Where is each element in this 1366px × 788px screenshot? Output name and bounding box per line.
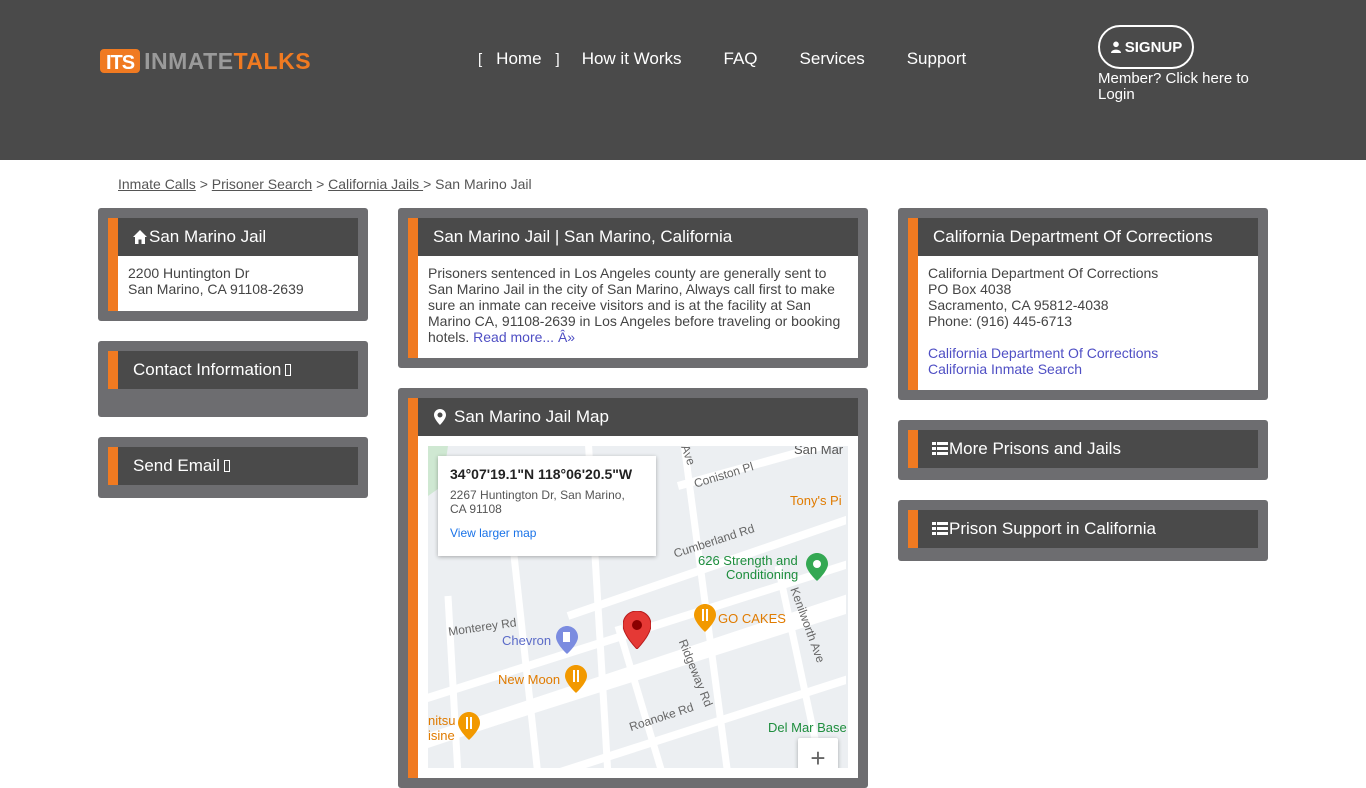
site-logo[interactable]: ITS INMATE TALKS (100, 48, 311, 74)
user-icon (1110, 41, 1121, 53)
map-label-san-mar: San Mar (794, 446, 844, 457)
read-more-link[interactable]: Read more... Â» (473, 329, 575, 345)
cdc-city: Sacramento, CA 95812-4038 (928, 297, 1109, 313)
map-label-nitsu-cuisine: isine (428, 728, 455, 743)
nav-bracket-close: ] (555, 50, 560, 68)
breadcrumb-inmate-calls[interactable]: Inmate Calls (118, 176, 196, 192)
gym-icon (806, 553, 828, 581)
more-prisons-title: More Prisons and Jails (949, 439, 1121, 458)
map-pin-icon (434, 409, 446, 425)
map-label-tonys: Tony's Pi (790, 493, 842, 508)
nav-services[interactable]: Services (800, 49, 865, 69)
map-address: 2267 Huntington Dr, San Marino, CA 91108 (450, 488, 625, 516)
gas-station-icon (556, 626, 578, 654)
map-title: San Marino Jail Map (454, 407, 609, 426)
restaurant-icon (458, 712, 480, 740)
map-label-conditioning: Conditioning (726, 567, 799, 582)
cdc-widget: California Department Of Corrections Cal… (898, 208, 1268, 400)
home-icon (133, 230, 147, 244)
jail-address-header: San Marino Jail (118, 218, 358, 256)
breadcrumb-separator: > (423, 176, 432, 192)
more-prisons-header[interactable]: More Prisons and Jails (918, 430, 1258, 468)
breadcrumb-prisoner-search[interactable]: Prisoner Search (212, 176, 312, 192)
email-title: Send Email (133, 456, 220, 475)
nav-bracket-open: [ (478, 50, 483, 68)
cdc-header: California Department Of Corrections (918, 218, 1258, 256)
map-header: San Marino Jail Map (418, 398, 858, 436)
map-label-newmoon: New Moon (498, 672, 561, 687)
restaurant-icon (565, 665, 587, 693)
restaurant-icon (694, 604, 716, 632)
nav-how-it-works[interactable]: How it Works (582, 49, 682, 69)
breadcrumb-current: San Marino Jail (435, 176, 532, 192)
embedded-map[interactable]: 34°07'19.1"N 118°06'20.5"W 2267 Huntingt… (428, 446, 848, 768)
map-zoom-in-button[interactable]: + (798, 738, 838, 768)
prison-support-widget: Prison Support in California (898, 500, 1268, 561)
jail-name: San Marino Jail (149, 227, 267, 246)
nav-faq[interactable]: FAQ (724, 49, 758, 69)
list-icon (932, 442, 948, 455)
contact-title: Contact Information (133, 360, 282, 379)
jail-address-widget: San Marino Jail 2200 Huntington Dr San M… (98, 208, 368, 321)
list-icon (932, 522, 948, 535)
map-label-delmar: Del Mar Base (768, 720, 847, 735)
map-label-nitsu: nitsu (428, 713, 456, 728)
logo-mark: ITS (100, 49, 141, 74)
view-larger-map-link[interactable]: View larger map (450, 526, 644, 540)
cdc-po-box: PO Box 4038 (928, 281, 1012, 297)
contact-header[interactable]: Contact Information (118, 351, 358, 389)
map-label-strength: 626 Strength and (698, 553, 798, 568)
map-label-chevron: Chevron (502, 633, 552, 648)
site-header: ITS INMATE TALKS [ Home ] How it Works F… (0, 0, 1366, 160)
location-marker-icon[interactable] (623, 611, 651, 649)
prison-support-title: Prison Support in California (949, 519, 1156, 538)
login-link[interactable]: Member? Click here to Login (1098, 71, 1268, 103)
breadcrumb-separator: > (199, 176, 208, 192)
cdc-phone: Phone: (916) 445-6713 (928, 313, 1072, 329)
logo-word-talks: TALKS (233, 47, 312, 74)
main-nav: [ Home ] How it Works FAQ Services Suppo… (478, 48, 966, 70)
logo-word-inmate: INMATE (144, 47, 234, 74)
email-widget: Send Email (98, 437, 368, 498)
map-label-gocakes: GO CAKES (718, 611, 786, 626)
nav-support[interactable]: Support (907, 49, 967, 69)
jail-info-widget: San Marino Jail | San Marino, California… (398, 208, 868, 368)
nav-home[interactable]: Home (496, 49, 541, 69)
breadcrumb: Inmate Calls > Prisoner Search > Califor… (118, 176, 532, 192)
signup-button[interactable]: SIGNUP (1098, 25, 1194, 69)
map-coordinates: 34°07'19.1"N 118°06'20.5"W (450, 466, 633, 482)
prison-support-header[interactable]: Prison Support in California (918, 510, 1258, 548)
cdc-website-link[interactable]: California Department Of Corrections (928, 345, 1158, 361)
expand-icon (285, 364, 292, 376)
breadcrumb-california-jails[interactable]: California Jails (328, 176, 423, 192)
jail-info-header: San Marino Jail | San Marino, California (418, 218, 858, 256)
more-prisons-widget: More Prisons and Jails (898, 420, 1268, 480)
cdc-name: California Department Of Corrections (928, 265, 1159, 281)
signup-label: SIGNUP (1124, 38, 1183, 56)
email-header[interactable]: Send Email (118, 447, 358, 485)
breadcrumb-separator: > (316, 176, 325, 192)
mail-icon (223, 460, 230, 472)
contact-widget: Contact Information (98, 341, 368, 417)
inmate-search-link[interactable]: California Inmate Search (928, 361, 1082, 377)
address-line-2: San Marino, CA 91108-2639 (128, 281, 304, 297)
map-widget: San Marino Jail Map 34°07'19.1"N 118°06'… (398, 388, 868, 788)
address-line-1: 2200 Huntington Dr (128, 265, 250, 281)
map-info-card: 34°07'19.1"N 118°06'20.5"W 2267 Huntingt… (438, 456, 656, 556)
